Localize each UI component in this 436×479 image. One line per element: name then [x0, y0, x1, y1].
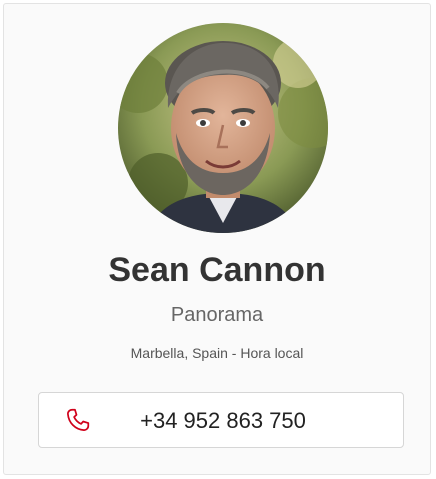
contact-name: Sean Cannon — [108, 251, 326, 289]
call-phone-button[interactable]: +34 952 863 750 — [38, 392, 404, 448]
contact-location: Marbella, Spain - Hora local — [130, 345, 304, 361]
contact-company: Panorama — [170, 304, 264, 326]
avatar — [118, 23, 328, 233]
contact-card: Sean Cannon Panorama Marbella, Spain - H… — [3, 3, 431, 475]
phone-number: +34 952 863 750 — [140, 408, 306, 433]
